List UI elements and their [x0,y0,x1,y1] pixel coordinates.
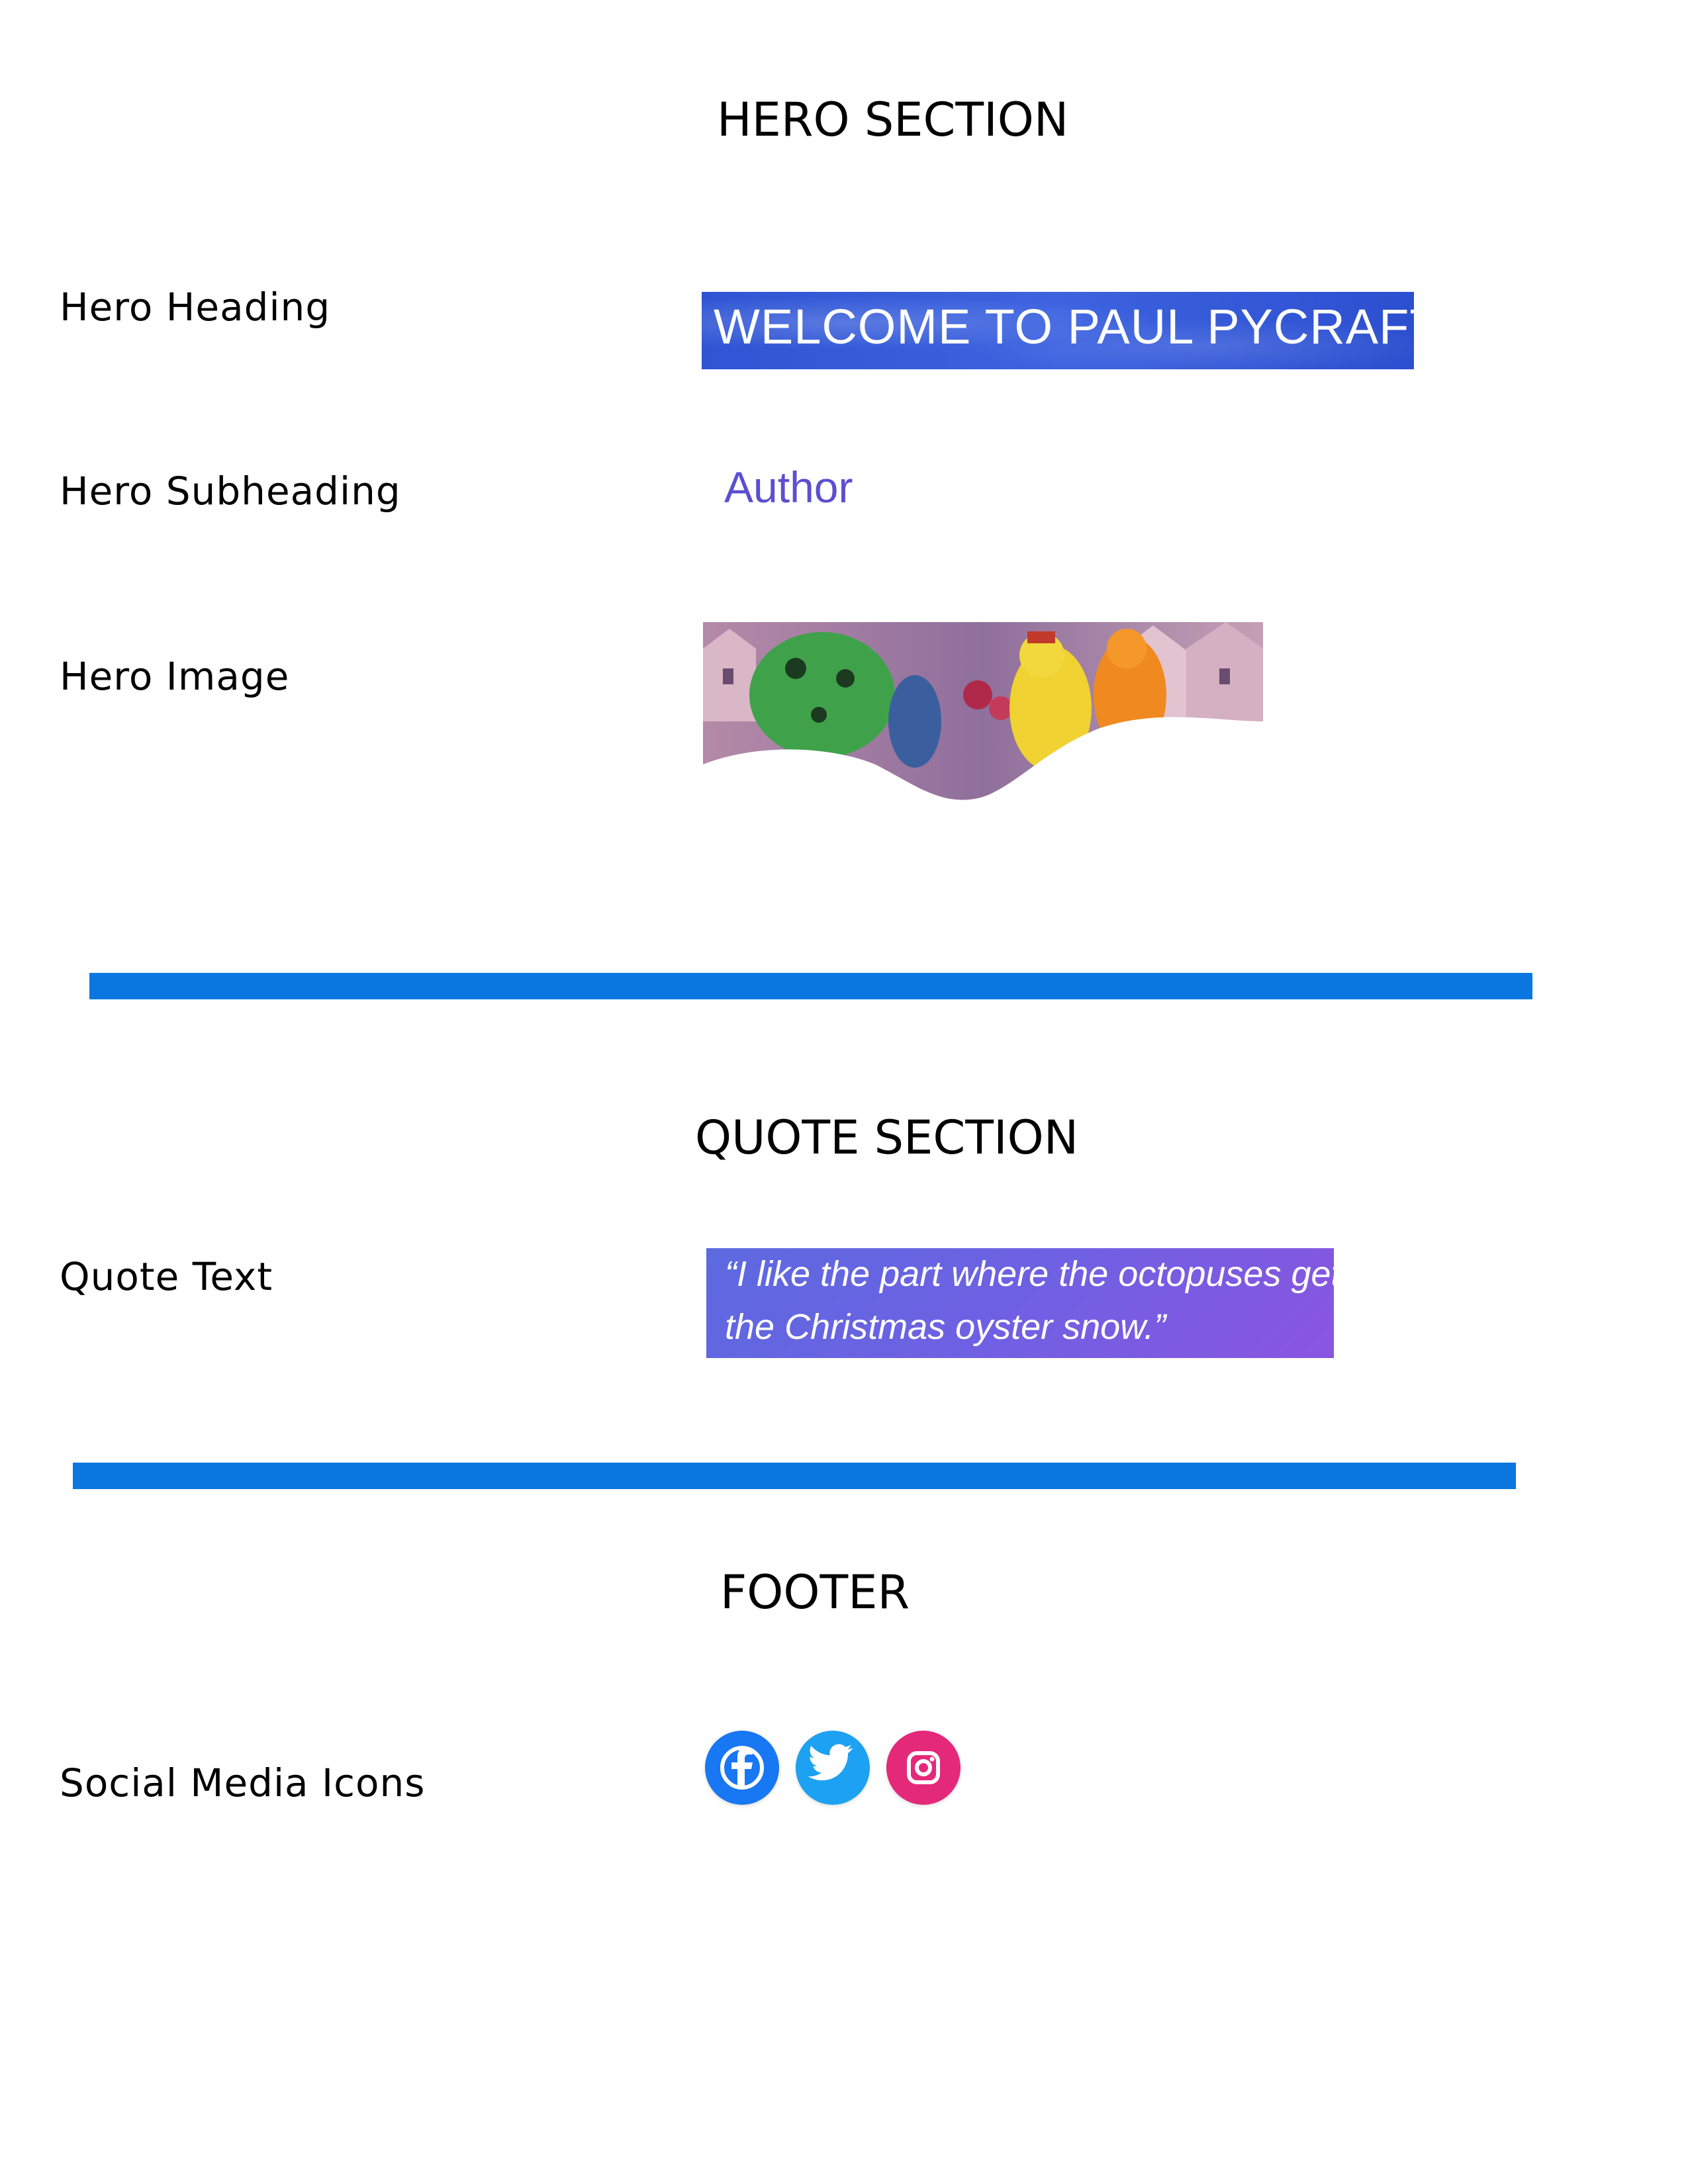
social-icons-group [702,1721,986,1820]
instagram-icon[interactable] [886,1731,961,1805]
section-divider-2 [73,1463,1516,1489]
quote-text-label: Quote Text [60,1254,273,1299]
footer-section-title: FOOTER [720,1565,910,1619]
hero-image [703,622,1263,801]
social-media-icons-label: Social Media Icons [60,1760,426,1805]
facebook-icon[interactable] [705,1731,779,1805]
section-divider-1 [89,973,1532,999]
twitter-icon[interactable] [796,1731,870,1805]
hero-image-label: Hero Image [60,654,290,699]
hero-subheading-label: Hero Subheading [60,469,401,514]
hero-section-title: HERO SECTION [717,93,1069,147]
hero-heading-text: WELCOME TO PAUL PYCRAFT [714,299,1414,354]
quote-line-2: the Christmas oyster snow.” [725,1307,1166,1347]
quote-section-title: QUOTE SECTION [695,1111,1079,1165]
hero-heading-label: Hero Heading [60,285,331,330]
hero-subheading-text: Author [724,463,853,512]
quote-box: “I like the part where the octopuses get… [706,1248,1341,1358]
hero-heading-banner: WELCOME TO PAUL PYCRAFT [702,292,1414,369]
quote-line-1: “I like the part where the octopuses get [725,1254,1341,1294]
